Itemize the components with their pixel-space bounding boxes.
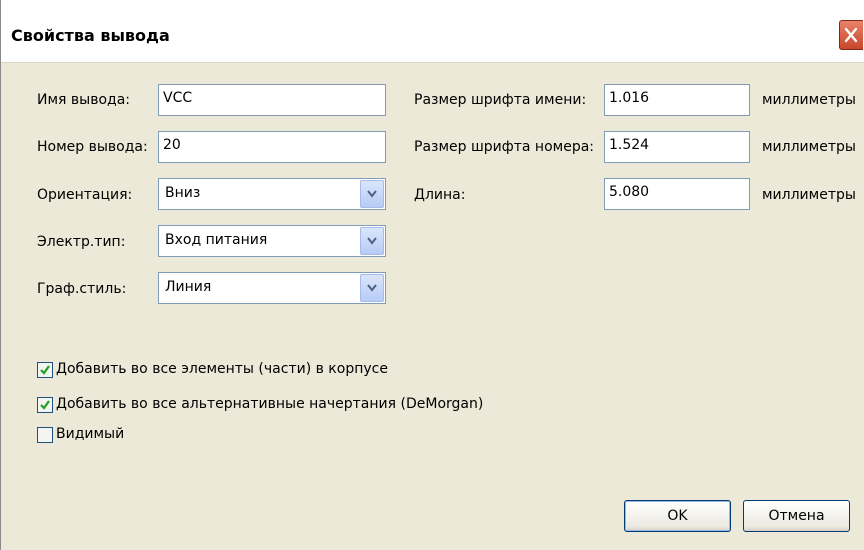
graphic-style-value: Линия <box>165 279 212 295</box>
number-font-size-label: Размер шрифта номера: <box>414 139 595 155</box>
name-font-size-unit: миллиметры <box>762 92 856 108</box>
number-font-size-unit: миллиметры <box>762 139 856 155</box>
add-to-all-parts-checkbox[interactable] <box>37 362 53 378</box>
name-font-size-label: Размер шрифта имени: <box>414 92 587 108</box>
cancel-button[interactable]: Отмена <box>743 500 850 532</box>
checkmark-icon <box>40 365 50 375</box>
add-to-all-alternates-checkbox[interactable] <box>37 397 53 413</box>
electrical-type-value: Вход питания <box>165 232 268 248</box>
pin-properties-dialog: Свойства вывода Имя вывода: VCC Номер вы… <box>0 0 864 550</box>
close-icon <box>844 27 858 43</box>
graphic-style-select[interactable]: Линия <box>158 272 386 304</box>
dialog-title: Свойства вывода <box>11 26 170 45</box>
close-button[interactable] <box>839 20 863 50</box>
chevron-down-icon <box>367 284 377 292</box>
electrical-type-label: Электр.тип: <box>37 234 126 250</box>
title-bar[interactable]: Свойства вывода <box>1 0 864 62</box>
electrical-type-select[interactable]: Вход питания <box>158 225 386 257</box>
visible-checkbox[interactable] <box>37 427 53 443</box>
add-to-all-alternates-label[interactable]: Добавить во все альтернативные начертани… <box>56 396 483 412</box>
orientation-label: Ориентация: <box>37 187 133 203</box>
ok-button[interactable]: OK <box>624 500 731 532</box>
divider <box>1 62 864 63</box>
add-to-all-parts-label[interactable]: Добавить во все элементы (части) в корпу… <box>56 361 388 377</box>
pin-number-label: Номер вывода: <box>37 139 148 155</box>
pin-name-input[interactable]: VCC <box>158 84 386 116</box>
chevron-down-icon <box>367 190 377 198</box>
chevron-down-icon <box>367 237 377 245</box>
pin-name-label: Имя вывода: <box>37 92 131 108</box>
length-unit: миллиметры <box>762 187 856 203</box>
graphic-style-dropdown-button[interactable] <box>360 274 384 302</box>
name-font-size-input[interactable]: 1.016 <box>604 84 750 116</box>
number-font-size-input[interactable]: 1.524 <box>604 131 750 163</box>
length-label: Длина: <box>414 187 466 203</box>
orientation-select[interactable]: Вниз <box>158 178 386 210</box>
pin-number-input[interactable]: 20 <box>158 131 386 163</box>
electrical-type-dropdown-button[interactable] <box>360 227 384 255</box>
graphic-style-label: Граф.стиль: <box>37 281 127 297</box>
visible-label[interactable]: Видимый <box>56 426 124 442</box>
checkmark-icon <box>40 400 50 410</box>
orientation-dropdown-button[interactable] <box>360 180 384 208</box>
orientation-value: Вниз <box>165 185 201 201</box>
length-input[interactable]: 5.080 <box>604 178 750 210</box>
